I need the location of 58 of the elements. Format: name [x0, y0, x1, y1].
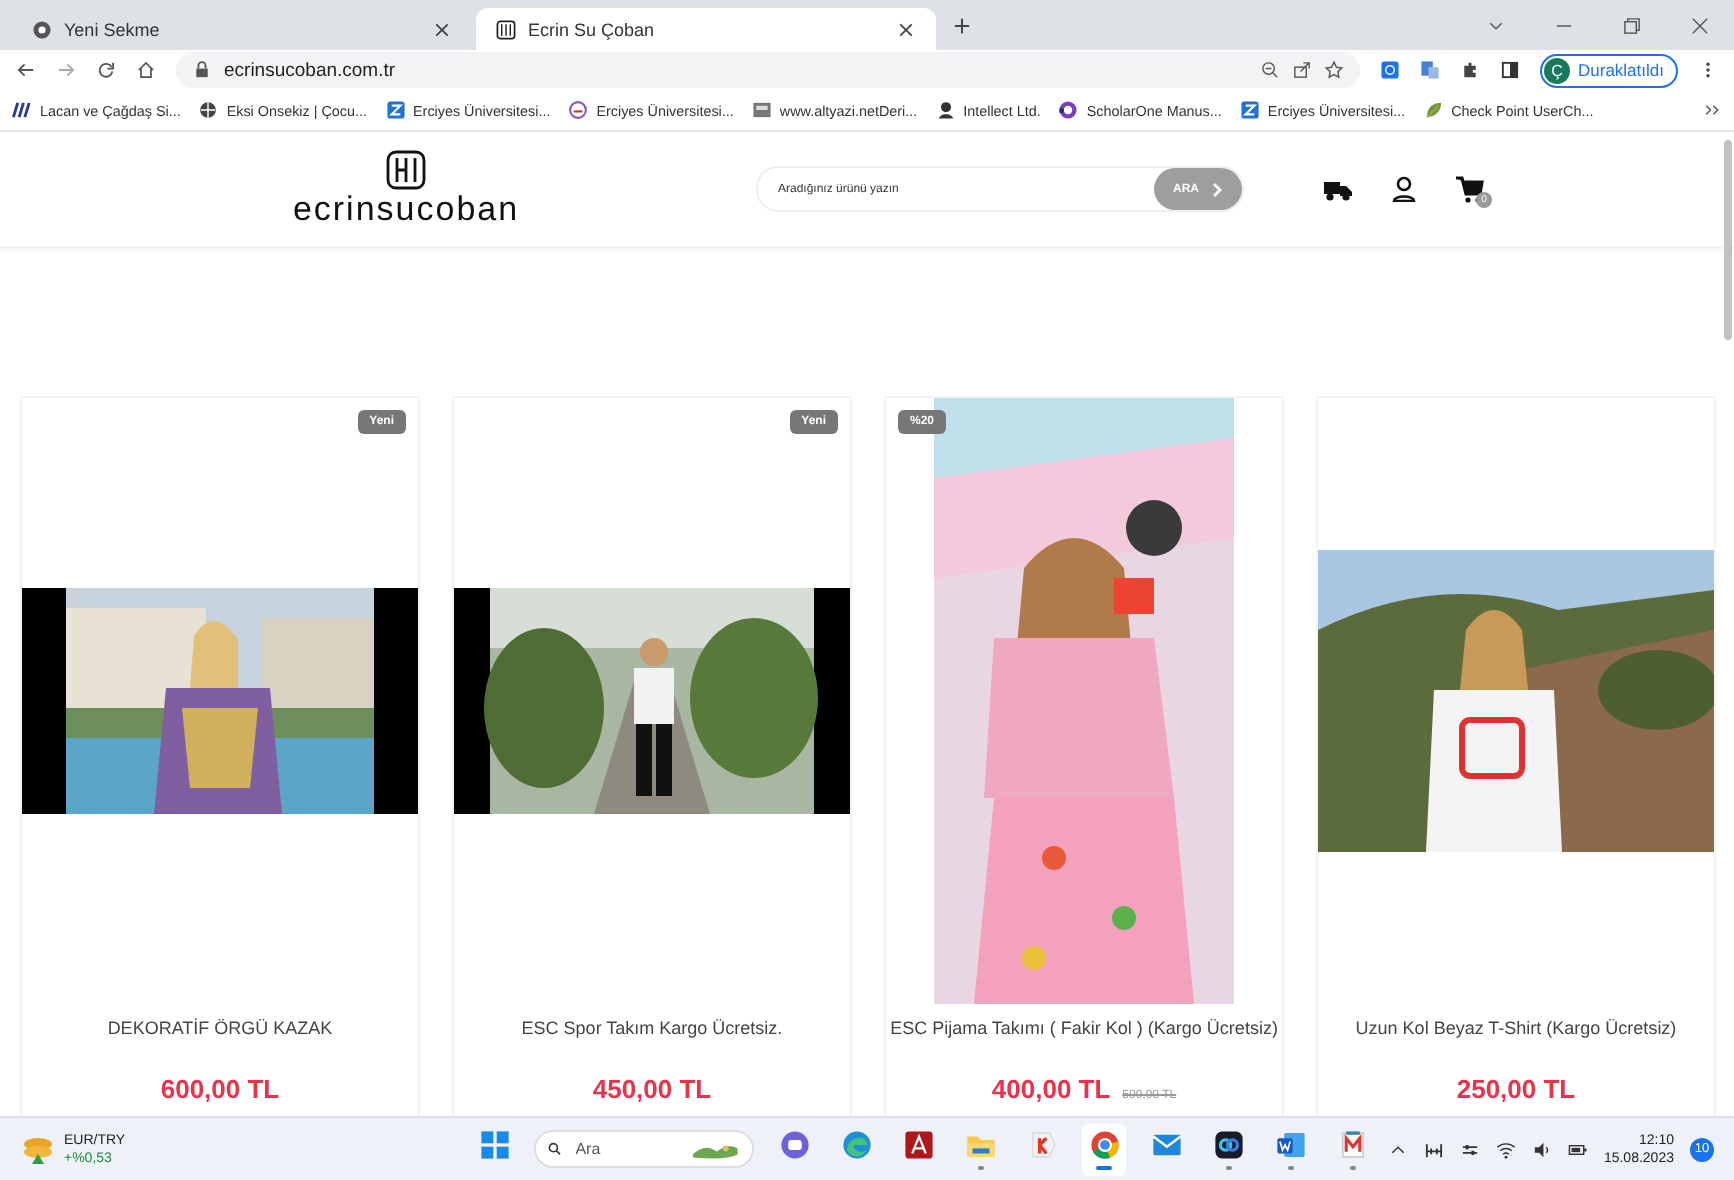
- search-bar[interactable]: Ara: [534, 1130, 754, 1168]
- search-input[interactable]: Ara: [571, 1138, 680, 1160]
- star-icon[interactable]: [1324, 60, 1344, 80]
- globe-icon: [32, 19, 52, 39]
- close-icon[interactable]: [432, 19, 452, 39]
- sync-icon[interactable]: [1380, 60, 1400, 80]
- product-name[interactable]: DEKORATİF ÖRGÜ KAZAK: [107, 1018, 333, 1038]
- extensions-icon[interactable]: [1460, 60, 1480, 80]
- product-price: 250,00 TL: [1456, 1074, 1576, 1104]
- more-bookmarks-icon[interactable]: [1702, 100, 1722, 120]
- product-name[interactable]: ESC Pijama Takımı ( Fakir Kol ) (Kargo Ücretsiz): [890, 1018, 1278, 1038]
- new-tab-icon[interactable]: [952, 15, 972, 35]
- home-icon[interactable]: [136, 60, 156, 80]
- logo-icon: [386, 149, 426, 189]
- back-icon[interactable]: [16, 60, 36, 80]
- zoom-out-icon[interactable]: [1260, 60, 1280, 80]
- product-name[interactable]: Uzun Kol Beyaz T-Shirt (Kargo Ücretsiz): [1355, 1018, 1677, 1038]
- battery-icon[interactable]: [1567, 1139, 1588, 1159]
- product-name[interactable]: ESC Spor Takım Kargo Ücretsiz.: [521, 1018, 783, 1038]
- site-icon: [12, 100, 32, 120]
- logo-text[interactable]: ecrinsucoban: [292, 189, 520, 229]
- chrome-app-icon[interactable]: [1082, 1123, 1126, 1175]
- site-icon: [751, 100, 772, 120]
- translate-icon[interactable]: [1420, 60, 1440, 80]
- site-icon: [198, 100, 219, 120]
- network-icon[interactable]: [1423, 1139, 1444, 1159]
- browser-tab[interactable]: Yeni Sekme: [12, 8, 472, 50]
- side-panel-icon[interactable]: [1500, 60, 1520, 80]
- user-icon[interactable]: [1392, 176, 1416, 202]
- coins-icon: [20, 1133, 56, 1165]
- product-price: 600,00 TL: [160, 1074, 280, 1104]
- wifi-icon[interactable]: [1495, 1139, 1516, 1159]
- browser-tab[interactable]: Ecrin Su Çoban: [476, 8, 936, 50]
- restore-icon[interactable]: [1622, 15, 1642, 35]
- scrollbar[interactable]: [1724, 140, 1732, 340]
- site-logo-icon: [496, 19, 516, 39]
- chevron-right-icon: [1211, 181, 1223, 197]
- truck-icon[interactable]: [1324, 177, 1352, 201]
- site-icon: [568, 100, 589, 120]
- speaker-icon[interactable]: [1531, 1139, 1552, 1159]
- site-icon: [935, 100, 956, 120]
- share-icon[interactable]: [1292, 60, 1312, 80]
- site-icon: [1239, 100, 1260, 120]
- close-icon[interactable]: [896, 19, 916, 39]
- lock-icon: [192, 60, 212, 80]
- reload-icon[interactable]: [96, 60, 116, 80]
- product-price: 400,00 TL: [991, 1074, 1111, 1104]
- address-bar[interactable]: ecrinsucoban.com.tr: [176, 52, 1360, 88]
- site-icon: [1423, 100, 1444, 120]
- site-icon: [1058, 100, 1079, 120]
- site-icon: [385, 100, 405, 120]
- profile-button[interactable]: Ç Duraklatıldı: [1540, 53, 1678, 87]
- url-text: ecrinsucoban.com.tr: [224, 59, 396, 81]
- search-icon: [548, 1140, 562, 1158]
- sliders-icon[interactable]: [1459, 1139, 1480, 1159]
- close-icon[interactable]: [1690, 15, 1710, 35]
- cart-icon[interactable]: [1456, 175, 1484, 203]
- product-price: 450,00 TL: [592, 1074, 712, 1104]
